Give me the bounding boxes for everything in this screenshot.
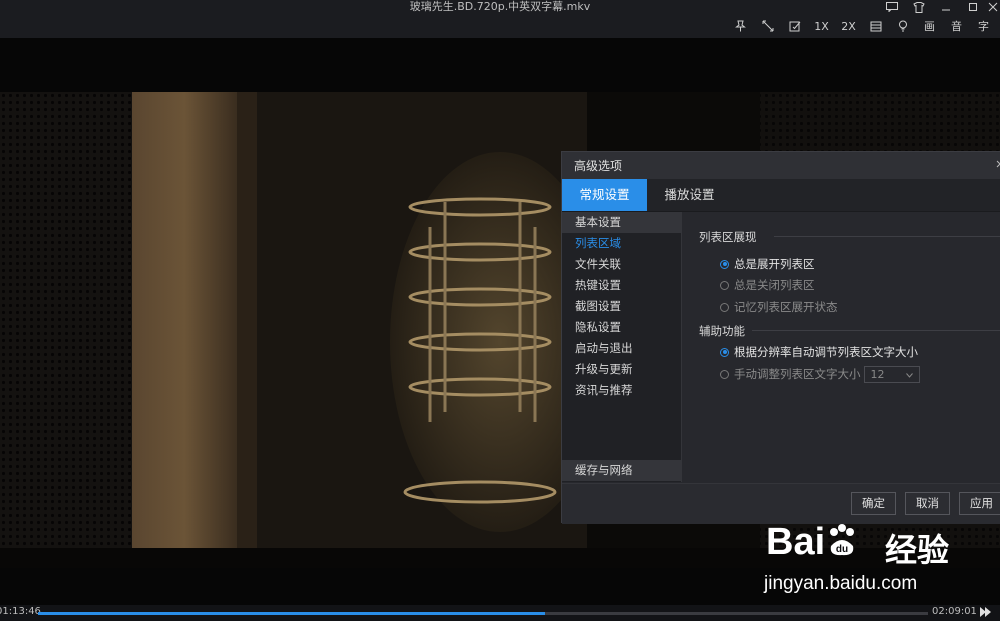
- option-remember-state[interactable]: 记忆列表区展开状态: [720, 298, 838, 316]
- paw-icon: du: [825, 521, 861, 564]
- skin-icon[interactable]: [905, 1, 932, 13]
- playback-bar: 01:13:46 02:09:01: [0, 605, 1000, 621]
- radio-icon: [720, 280, 729, 290]
- font-size-select[interactable]: 12: [863, 365, 920, 383]
- radio-icon: [720, 302, 729, 312]
- tab-playback-settings[interactable]: 播放设置: [647, 179, 732, 211]
- list-icon[interactable]: [862, 14, 889, 38]
- section-title-assist: 辅助功能: [699, 324, 745, 338]
- apply-button[interactable]: 应用: [959, 492, 1000, 515]
- sidebar-item-upgrade[interactable]: 升级与更新: [562, 359, 681, 380]
- sidebar-item-startup-exit[interactable]: 启动与退出: [562, 338, 681, 359]
- picture-button[interactable]: 画: [916, 14, 943, 38]
- speed-1x-button[interactable]: 1X: [808, 14, 835, 38]
- option-auto-font-size[interactable]: 根据分辨率自动调节列表区文字大小: [720, 343, 918, 361]
- current-time: 01:13:46: [0, 606, 41, 617]
- sidebar-item-file-assoc[interactable]: 文件关联: [562, 254, 681, 275]
- sidebar-item-hotkeys[interactable]: 热键设置: [562, 275, 681, 296]
- section-divider: [774, 236, 1000, 237]
- progress-fill: [38, 612, 546, 615]
- dialog-title: 高级选项: [574, 159, 623, 173]
- watermark-suffix: 经验: [885, 531, 950, 569]
- subtitle-button[interactable]: 字: [970, 14, 997, 38]
- option-always-expand[interactable]: 总是展开列表区: [720, 255, 815, 273]
- edit-icon[interactable]: [781, 14, 808, 38]
- advanced-options-dialog: 高级选项 常规设置 播放设置 基本设置 列表区域 文件关联 热键设置 截图设置 …: [561, 151, 1000, 524]
- chevron-down-icon: [905, 368, 913, 381]
- radio-icon: [720, 369, 729, 379]
- sidebar-item-privacy[interactable]: 隐私设置: [562, 317, 681, 338]
- watermark-url: jingyan.baidu.com: [764, 573, 918, 594]
- settings-sidebar: 基本设置 列表区域 文件关联 热键设置 截图设置 隐私设置 启动与退出 升级与更…: [562, 212, 682, 482]
- option-manual-font-size[interactable]: 手动调整列表区文字大小 12: [720, 365, 920, 383]
- dialog-title-bar[interactable]: 高级选项: [562, 152, 1000, 179]
- radio-icon: [720, 259, 729, 269]
- chat-icon[interactable]: [878, 2, 905, 12]
- cancel-button[interactable]: 取消: [905, 492, 950, 515]
- option-always-collapse[interactable]: 总是关闭列表区: [720, 276, 815, 294]
- sidebar-item-basic[interactable]: 基本设置: [562, 212, 681, 233]
- fullscreen-icon[interactable]: [754, 14, 781, 38]
- total-time: 02:09:01: [932, 606, 977, 617]
- sidebar-item-cache-network[interactable]: 缓存与网络: [562, 460, 681, 481]
- radio-icon: [720, 347, 729, 357]
- minimize-icon[interactable]: [932, 2, 959, 12]
- bulb-icon[interactable]: [889, 14, 916, 38]
- settings-content: 列表区展现 总是展开列表区 总是关闭列表区 记忆列表区展开状态 辅助功能 根据分…: [682, 212, 1000, 482]
- dialog-close-icon[interactable]: [996, 160, 1000, 168]
- sidebar-item-screenshot[interactable]: 截图设置: [562, 296, 681, 317]
- dialog-footer: 确定 取消 应用: [562, 483, 1000, 524]
- audio-button[interactable]: 音: [943, 14, 970, 38]
- dialog-tabs: 常规设置 播放设置: [562, 179, 1000, 212]
- progress-bar[interactable]: [38, 612, 928, 615]
- svg-text:du: du: [836, 544, 848, 555]
- maximize-icon[interactable]: [959, 2, 986, 12]
- section-divider: [752, 330, 1000, 331]
- speed-2x-button[interactable]: 2X: [835, 14, 862, 38]
- ok-button[interactable]: 确定: [851, 492, 896, 515]
- tab-general-settings[interactable]: 常规设置: [562, 179, 647, 211]
- section-title-list-display: 列表区展现: [699, 230, 757, 244]
- window-title: 玻璃先生.BD.720p.中英双字幕.mkv: [409, 0, 591, 13]
- watermark-logo: Bai du: [766, 521, 861, 564]
- pin-icon[interactable]: [727, 14, 754, 38]
- baidu-watermark: Bai du 经验 jingyan.baidu.com: [758, 515, 958, 601]
- sidebar-item-list-area[interactable]: 列表区域: [562, 233, 681, 254]
- next-icon[interactable]: [980, 607, 992, 617]
- window-controls: [878, 0, 1000, 14]
- sidebar-item-news[interactable]: 资讯与推荐: [562, 380, 681, 401]
- title-bar: 玻璃先生.BD.720p.中英双字幕.mkv: [0, 0, 1000, 14]
- close-icon[interactable]: [986, 2, 1000, 12]
- player-toolbar: 1X 2X 画 音 字: [0, 14, 1000, 38]
